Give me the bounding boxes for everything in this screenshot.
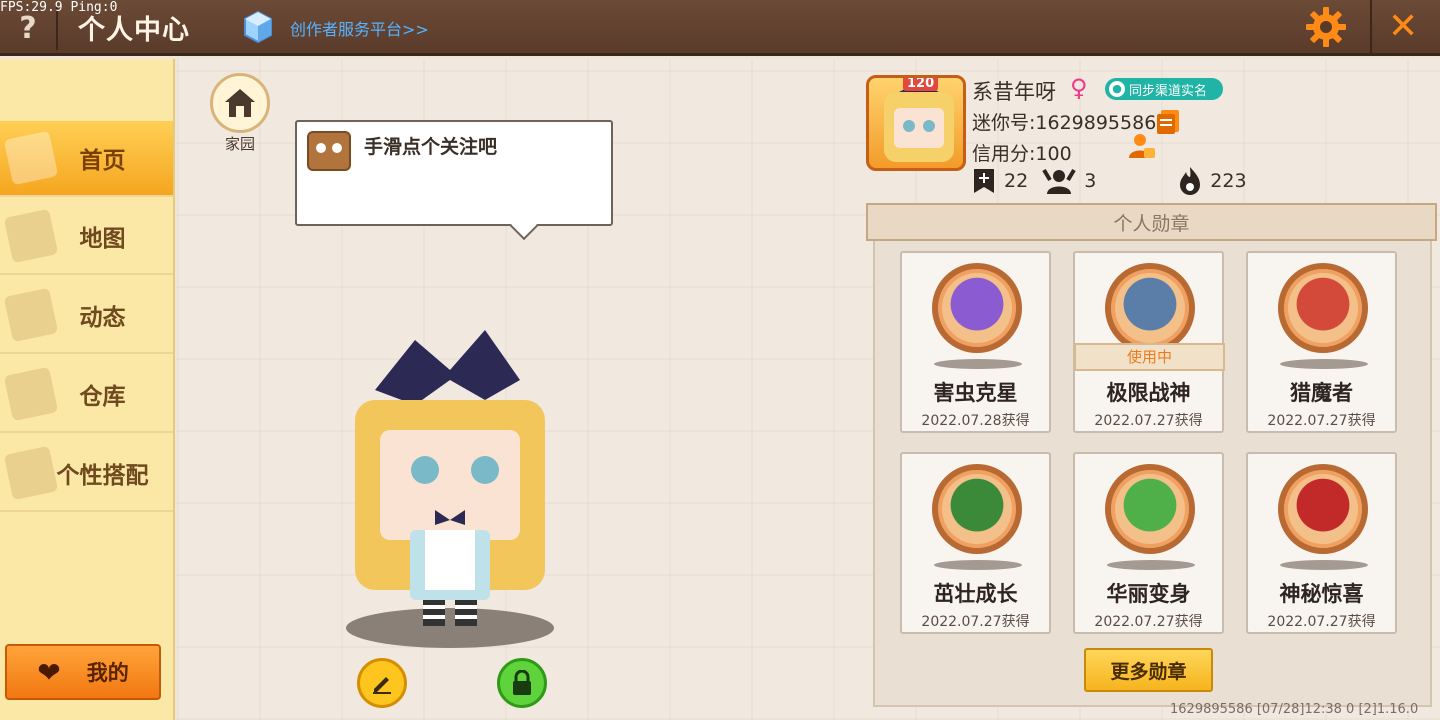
posts-count: 22 [1004,170,1029,192]
medal-icon [932,464,1022,554]
fps-readout: FPS:29.9 Ping:0 [0,0,118,15]
cube-icon[interactable] [243,10,273,44]
heart-icon: ❤ [37,655,61,689]
sidebar-item-label: 地图 [79,226,126,252]
badge-card[interactable]: 害虫克星 2022.07.28获得 [900,251,1051,433]
badge-name: 神秘惊喜 [1279,582,1364,606]
badge-card[interactable]: 猎魔者 2022.07.27获得 [1246,251,1397,433]
badge-name: 极限战神 [1106,381,1191,405]
medal-shadow [934,560,1022,570]
badge-name: 猎魔者 [1290,381,1353,405]
person-icon: ● [1109,81,1125,97]
top-bar: ? 个人中心 创作者服务平台>> ✕ [0,0,1440,56]
medal-shadow [1280,359,1368,369]
copy-icon[interactable] [1155,108,1181,136]
badge-date: 2022.07.27获得 [1094,614,1203,630]
player-character[interactable] [335,320,565,650]
sidebar-item-map[interactable]: 地图 [0,199,173,275]
level-badge: 120 [903,78,939,91]
bell-icon [3,287,59,343]
medal-shadow [1280,560,1368,570]
medal-icon [932,263,1022,353]
sidebar-item-label: 首页 [79,148,126,174]
bookmark-plus-icon [974,169,994,193]
gear-icon[interactable] [1304,5,1348,49]
nickname: 系昔年呀 [972,80,1056,104]
followers-stat: 3 [1042,166,1096,196]
badge-name: 害虫克星 [933,381,1018,405]
badge-card[interactable]: 使用中极限战神 2022.07.27获得 [1073,251,1225,433]
footer-info: 1629895586 [07/28]12:38 0 [2]1.16.0 [1170,702,1419,717]
medal-shadow [934,359,1022,369]
credit-score: 信用分:100 [972,143,1072,165]
avatar [884,82,954,162]
flame-icon [1180,167,1201,195]
house-icon [225,89,255,117]
sidebar-item-label: 个性搭配 [56,463,149,489]
sidebar-item-outfit[interactable]: 个性搭配 [0,436,173,512]
creator-platform-link[interactable]: 创作者服务平台>> [290,16,429,40]
in-use-label: 使用中 [1074,343,1225,371]
badge-card[interactable]: 茁壮成长 2022.07.27获得 [900,452,1051,634]
profile-stats: 22 3 223 [972,166,1247,196]
pencil-icon [373,677,391,694]
divider [1370,0,1372,56]
close-button[interactable]: ✕ [1388,6,1418,47]
badge-date: 2022.07.27获得 [1267,413,1376,429]
fans-icon [1042,168,1076,194]
outfit-icon [3,445,59,501]
medal-icon [1105,263,1195,353]
edit-button[interactable] [357,658,407,708]
sidebar-item-feed[interactable]: 动态 [0,278,173,354]
female-icon: ♀ [1070,74,1088,102]
badge-name: 茁壮成长 [933,582,1018,606]
medal-icon [1105,464,1195,554]
posts-stat: 22 [972,168,1028,194]
medal-shadow [1107,560,1195,570]
user-card-icon[interactable] [1128,132,1156,160]
bubble-text: 手滑点个关注吧 [364,136,498,158]
badge-name: 华丽变身 [1106,582,1191,606]
mascot-icon [307,131,351,171]
heat-stat: 223 [1178,166,1247,196]
badge-date: 2022.07.27获得 [921,614,1030,630]
medal-icon [1278,263,1368,353]
box-icon [3,366,59,422]
sidebar-item-label: 动态 [79,305,126,331]
badge-section-header: 个人勋章 [866,203,1437,241]
sync-realname-badge[interactable]: ● 同步渠道实名 [1105,78,1223,100]
heat-count: 223 [1210,170,1247,192]
homeland-label: 家园 [224,135,255,153]
lock-icon [513,670,531,695]
badge-date: 2022.07.27获得 [1094,413,1203,429]
badge-card[interactable]: 华丽变身 2022.07.27获得 [1073,452,1224,634]
homeland-button[interactable] [210,73,270,133]
badge-date: 2022.07.28获得 [921,413,1030,429]
badge-date: 2022.07.27获得 [1267,614,1376,630]
mini-id: 迷你号:1629895586 [972,112,1157,134]
speech-bubble: 手滑点个关注吧 [295,120,613,241]
map-icon [3,208,59,264]
mine-label: 我的 [86,661,129,685]
medal-icon [1278,464,1368,554]
mine-button[interactable]: ❤ 我的 [5,644,161,700]
badge-card[interactable]: 神秘惊喜 2022.07.27获得 [1246,452,1397,634]
more-badges-button[interactable]: 更多勋章 [1084,648,1213,692]
followers-count: 3 [1084,170,1097,192]
sidebar-item-home[interactable]: 首页 [0,121,173,197]
sidebar-item-label: 仓库 [79,384,126,410]
profile-avatar[interactable]: 120 [866,75,966,171]
house-icon [3,130,59,186]
lock-button[interactable] [497,658,547,708]
sidebar: 首页 地图 动态 仓库 个性搭配 ❤ 我的 [0,59,175,720]
sidebar-item-warehouse[interactable]: 仓库 [0,357,173,433]
sync-label: 同步渠道实名 [1129,83,1208,99]
